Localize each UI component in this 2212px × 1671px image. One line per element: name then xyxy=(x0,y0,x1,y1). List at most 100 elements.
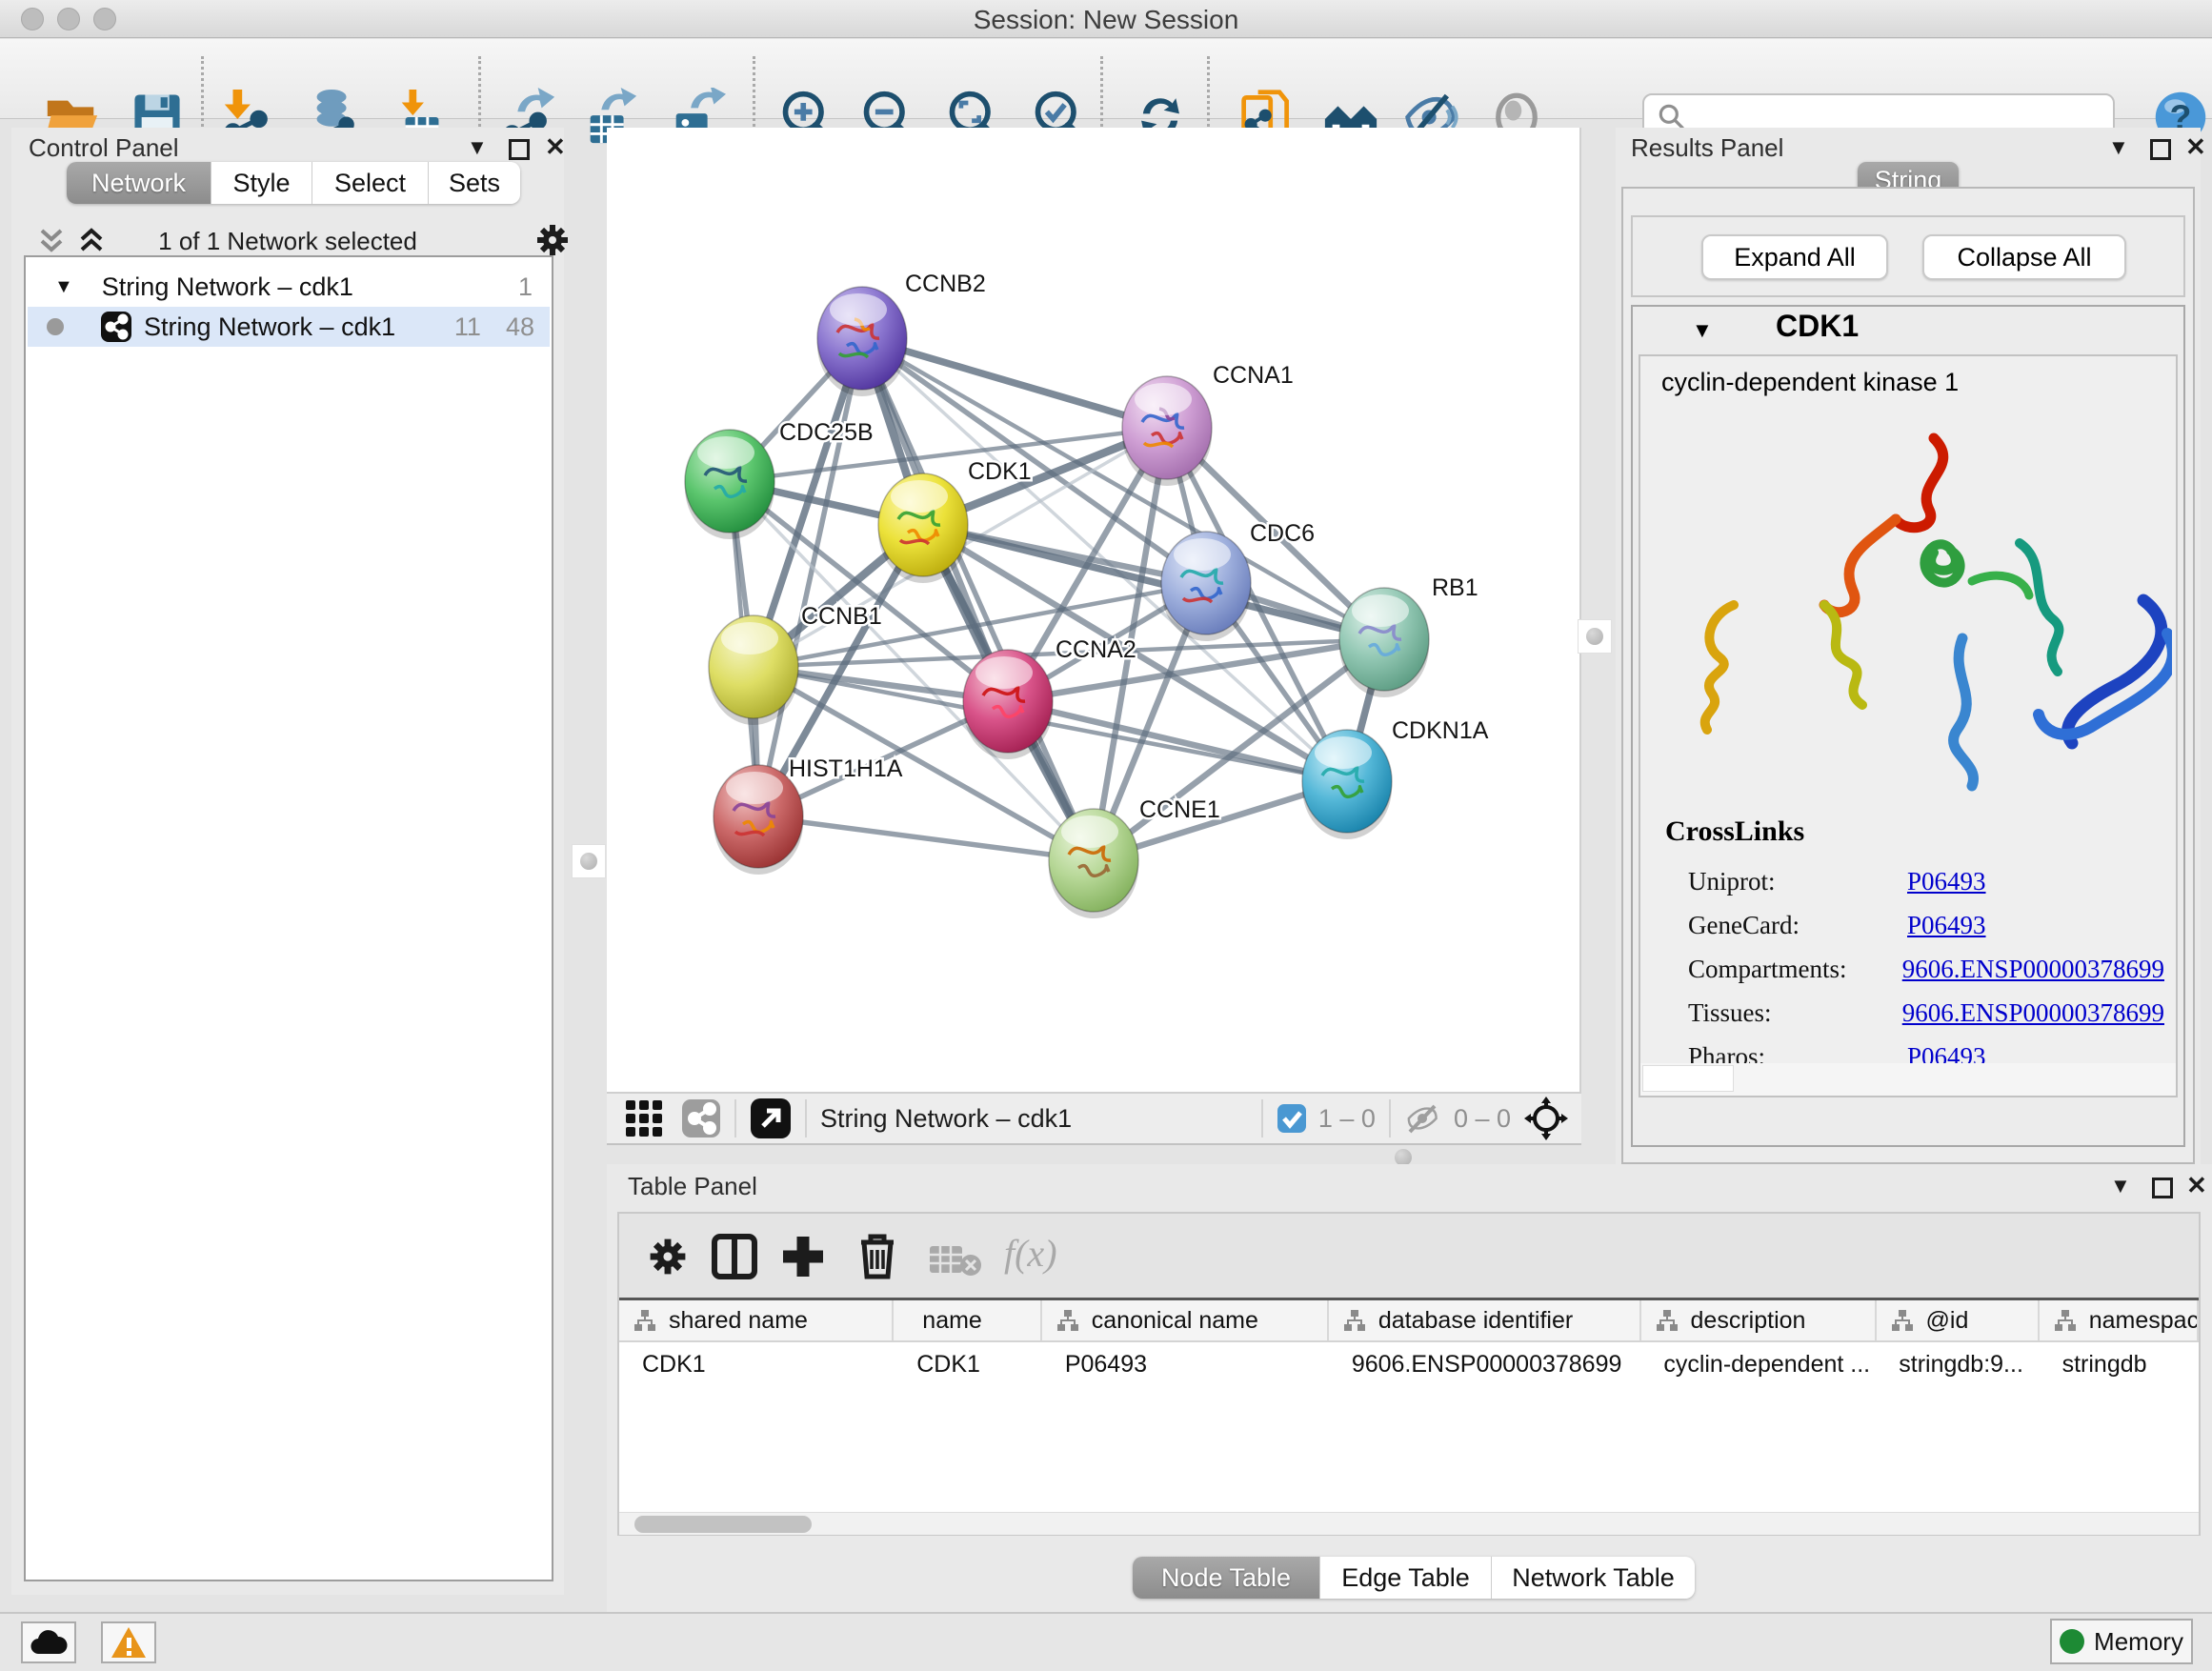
function-builder-icon[interactable]: f(x) xyxy=(1004,1231,1057,1276)
network-node-count: 11 xyxy=(454,312,481,342)
node-label-CDC25B: CDC25B xyxy=(779,419,874,446)
string-network-graph[interactable]: CCNB2CCNA1CDC25BCDK1CDC6RB1CCNB1CCNA2CDK… xyxy=(607,128,1581,1092)
results-panel: Results Panel ▼ ✕ String Expand All Coll… xyxy=(1616,128,2201,1164)
column-header-description[interactable]: description xyxy=(1641,1300,1877,1340)
results-panel-maximize-icon[interactable] xyxy=(2150,139,2171,160)
tab-network[interactable]: Network xyxy=(67,162,211,204)
tab-select[interactable]: Select xyxy=(312,162,429,204)
control-panel-tabs: Network Style Select Sets xyxy=(67,162,520,204)
crosslink-value-link[interactable]: 9606.ENSP00000378699 xyxy=(1902,998,2164,1028)
table-cell: P06493 xyxy=(1042,1344,1329,1384)
network-node-CDKN1A[interactable] xyxy=(1302,730,1392,839)
table-panel-float-icon[interactable]: ▼ xyxy=(2110,1174,2131,1198)
right-splitter-handle[interactable] xyxy=(1578,619,1612,654)
crosslink-value-link[interactable]: P06493 xyxy=(1907,911,1986,940)
table-type-tabs: Node Table Edge Table Network Table xyxy=(1133,1557,1695,1599)
node-label-CCNB2: CCNB2 xyxy=(905,271,986,297)
cloud-status-button[interactable] xyxy=(21,1621,76,1663)
tab-style[interactable]: Style xyxy=(211,162,312,204)
detail-scrollbar-track[interactable] xyxy=(1640,1063,2176,1096)
network-node-CCNE1[interactable] xyxy=(1049,809,1138,918)
column-header-shared-name[interactable]: shared name xyxy=(619,1300,894,1340)
netbar-separator xyxy=(805,1099,807,1137)
collection-expand-triangle-icon[interactable]: ▼ xyxy=(54,276,73,298)
network-selection-status: 1 of 1 Network selected xyxy=(11,227,564,256)
tab-edge-table[interactable]: Edge Table xyxy=(1320,1557,1492,1599)
shared-column-icon xyxy=(1342,1308,1367,1333)
gene-section: ▼ CDK1 cyclin-dependent kinase 1 xyxy=(1631,305,2185,1147)
network-node-CDK1[interactable] xyxy=(878,473,968,583)
network-collection-row[interactable]: ▼ String Network – cdk1 1 xyxy=(28,267,550,307)
window-title: Session: New Session xyxy=(0,5,2212,35)
gene-collapse-triangle-icon[interactable]: ▼ xyxy=(1692,318,1713,343)
delete-column-trash-icon[interactable] xyxy=(854,1231,901,1280)
network-node-CCNB2[interactable] xyxy=(817,287,907,396)
shared-column-icon xyxy=(1890,1308,1915,1333)
left-splitter-handle[interactable] xyxy=(572,844,606,878)
table-panel-maximize-icon[interactable] xyxy=(2152,1178,2173,1198)
node-label-CCNA2: CCNA2 xyxy=(1056,636,1136,663)
table-hscrollbar-thumb[interactable] xyxy=(634,1516,812,1533)
network-view-toolbar: String Network – cdk1 1 – 0 0 – 0 xyxy=(607,1092,1581,1145)
network-node-CCNA2[interactable] xyxy=(963,650,1053,759)
open-in-window-icon[interactable] xyxy=(750,1097,792,1139)
control-panel-title: Control Panel xyxy=(29,133,179,163)
node-label-CCNB1: CCNB1 xyxy=(801,603,882,630)
column-header--id[interactable]: @id xyxy=(1877,1300,2040,1340)
table-gear-icon[interactable] xyxy=(646,1235,690,1278)
selected-count: 1 – 0 xyxy=(1318,1104,1376,1134)
crosslink-value-link[interactable]: 9606.ENSP00000378699 xyxy=(1902,955,2164,984)
warnings-button[interactable] xyxy=(101,1621,156,1663)
network-view-canvas[interactable]: CCNB2CCNA1CDC25BCDK1CDC6RB1CCNB1CCNA2CDK… xyxy=(607,128,1581,1092)
crosslink-label: Compartments: xyxy=(1688,955,1902,984)
network-options-gear-icon[interactable] xyxy=(533,221,572,259)
column-header-namespace[interactable]: namespace xyxy=(2040,1300,2199,1340)
node-label-CCNE1: CCNE1 xyxy=(1139,796,1220,823)
results-panel-close-icon[interactable]: ✕ xyxy=(2185,132,2206,162)
collapse-all-button[interactable]: Collapse All xyxy=(1922,234,2126,280)
node-label-CDKN1A: CDKN1A xyxy=(1392,717,1489,744)
results-panel-float-icon[interactable]: ▼ xyxy=(2108,135,2129,160)
table-panel-close-icon[interactable]: ✕ xyxy=(2186,1171,2207,1200)
control-panel-close-icon[interactable]: ✕ xyxy=(545,132,566,162)
memory-button[interactable]: Memory xyxy=(2050,1619,2193,1664)
table-hscrollbar-track[interactable] xyxy=(619,1512,2199,1535)
node-label-CDK1: CDK1 xyxy=(968,458,1032,485)
crosslink-label: Uniprot: xyxy=(1688,867,1907,896)
crosslinks-list: Uniprot:P06493GeneCard:P06493Compartment… xyxy=(1688,859,2164,1078)
control-panel-float-icon[interactable]: ▼ xyxy=(467,135,488,160)
network-node-CDC25B[interactable] xyxy=(685,430,774,539)
tab-network-table[interactable]: Network Table xyxy=(1492,1557,1695,1599)
expand-all-button[interactable]: Expand All xyxy=(1701,234,1888,280)
column-header-name[interactable]: name xyxy=(894,1300,1041,1340)
network-list: ▼ String Network – cdk1 1 String Network… xyxy=(24,255,553,1581)
network-node-CCNA1[interactable] xyxy=(1122,376,1212,486)
results-panel-title: Results Panel xyxy=(1631,133,1783,163)
crosslink-row: Tissues:9606.ENSP00000378699 xyxy=(1688,991,2164,1035)
hidden-eye-icon[interactable] xyxy=(1404,1103,1442,1134)
selected-checkbox-icon[interactable] xyxy=(1277,1103,1307,1134)
network-row-selected[interactable]: String Network – cdk1 11 48 xyxy=(28,307,550,347)
warning-icon xyxy=(110,1625,148,1660)
control-panel-maximize-icon[interactable] xyxy=(509,139,530,160)
show-columns-icon[interactable] xyxy=(711,1233,758,1280)
delete-table-icon[interactable] xyxy=(930,1242,983,1277)
tab-sets[interactable]: Sets xyxy=(429,162,520,204)
detail-scrollbar-thumb[interactable] xyxy=(1642,1065,1734,1092)
column-header-database-identifier[interactable]: database identifier xyxy=(1329,1300,1641,1340)
string-results-container: Expand All Collapse All ▼ CDK1 cyclin-de… xyxy=(1621,187,2195,1164)
pan-crosshair-icon[interactable] xyxy=(1524,1097,1568,1140)
crosslink-value-link[interactable]: P06493 xyxy=(1907,867,1986,896)
expand-collapse-bar: Expand All Collapse All xyxy=(1631,215,2185,297)
birds-eye-view-grid-icon[interactable] xyxy=(624,1098,664,1138)
network-edge xyxy=(758,338,862,816)
table-row[interactable]: CDK1CDK1P064939606.ENSP00000378699cyclin… xyxy=(619,1344,2199,1384)
network-overview-share-icon[interactable] xyxy=(681,1098,721,1138)
tab-node-table[interactable]: Node Table xyxy=(1133,1557,1320,1599)
network-node-CCNB1[interactable] xyxy=(709,615,798,725)
memory-label: Memory xyxy=(2094,1627,2183,1657)
network-node-CDC6[interactable] xyxy=(1161,532,1251,641)
network-node-RB1[interactable] xyxy=(1339,588,1429,697)
column-header-canonical-name[interactable]: canonical name xyxy=(1042,1300,1329,1340)
create-column-plus-icon[interactable] xyxy=(779,1233,827,1280)
